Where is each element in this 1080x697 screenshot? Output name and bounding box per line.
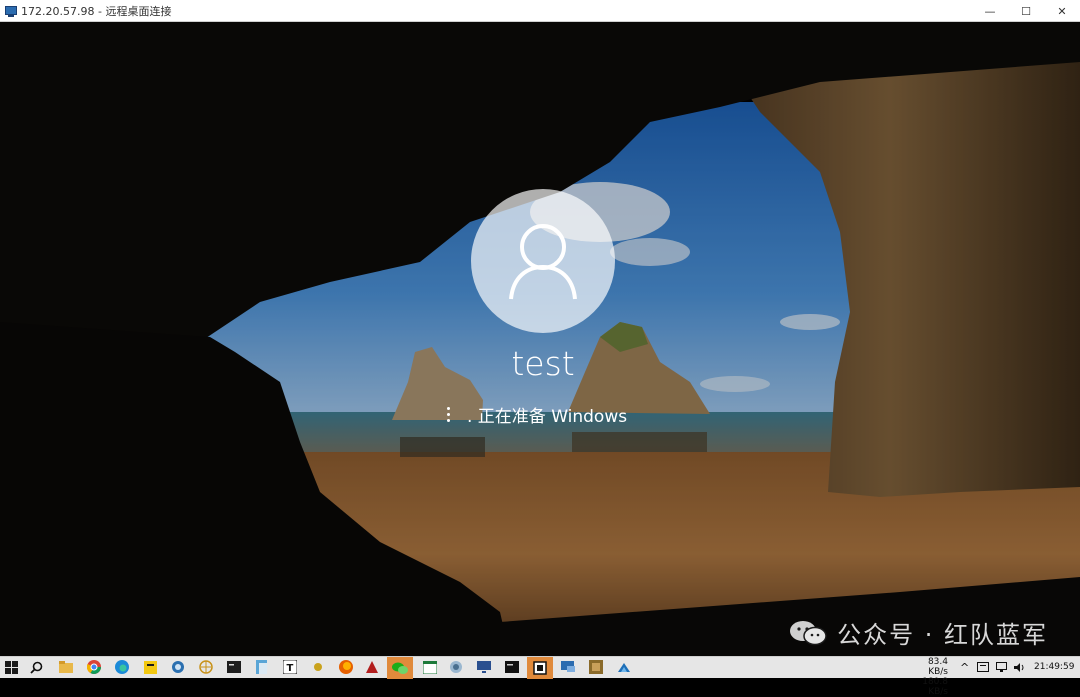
network-icon[interactable] bbox=[198, 659, 214, 675]
start-icon[interactable] bbox=[3, 659, 19, 675]
tool-icon[interactable] bbox=[364, 659, 380, 675]
terminal-icon[interactable] bbox=[226, 659, 242, 675]
username-label: test bbox=[511, 344, 575, 383]
chrome-icon[interactable] bbox=[86, 659, 102, 675]
status-row: . 正在准备 Windows bbox=[443, 402, 627, 427]
app-icon[interactable] bbox=[170, 659, 186, 675]
net-down-speed: 180.8 KB/s bbox=[922, 677, 948, 697]
media-icon[interactable] bbox=[588, 659, 604, 675]
input-method-icon[interactable] bbox=[977, 662, 989, 684]
firefox-icon[interactable] bbox=[338, 659, 354, 675]
user-avatar[interactable] bbox=[471, 189, 615, 333]
user-icon bbox=[509, 224, 577, 300]
notes-icon[interactable] bbox=[254, 659, 270, 675]
app-active-icon[interactable] bbox=[527, 657, 553, 679]
network-status-icon[interactable] bbox=[996, 662, 1009, 684]
net-up-speed: 83.4 KB/s bbox=[927, 657, 948, 677]
title-bar: 172.20.57.98 - 远程桌面连接 — ☐ ✕ bbox=[0, 0, 1080, 22]
remote-screen[interactable]: test . 正在准备 Windows 公众号 · 红队蓝军 bbox=[0, 22, 1080, 656]
remote-desktop-icon bbox=[5, 5, 17, 17]
watermark-text: 公众号 · 红队蓝军 bbox=[837, 621, 1048, 649]
clock[interactable]: 21:49:59 bbox=[1034, 662, 1074, 684]
minimize-button[interactable]: — bbox=[972, 0, 1008, 22]
tray-chevron-icon[interactable]: ^ bbox=[960, 661, 969, 683]
close-button[interactable]: ✕ bbox=[1044, 0, 1080, 22]
volume-icon[interactable] bbox=[1013, 662, 1026, 684]
typora-icon[interactable]: T bbox=[282, 659, 298, 675]
globe-icon[interactable] bbox=[448, 659, 464, 675]
search-icon[interactable] bbox=[28, 659, 44, 675]
watermark: 公众号 · 红队蓝军 bbox=[789, 615, 1048, 650]
lockscreen-wallpaper bbox=[0, 22, 1080, 656]
monitor-icon[interactable] bbox=[476, 659, 492, 675]
loading-spinner-icon bbox=[443, 406, 455, 424]
pen-icon[interactable] bbox=[616, 659, 632, 675]
maximize-button[interactable]: ☐ bbox=[1008, 0, 1044, 22]
edge-icon[interactable] bbox=[114, 659, 130, 675]
sticky-notes-icon[interactable] bbox=[142, 659, 158, 675]
sun-icon[interactable] bbox=[310, 659, 326, 675]
wechat-icon bbox=[789, 620, 827, 646]
svg-text:T: T bbox=[287, 663, 294, 674]
cmd-icon[interactable] bbox=[504, 659, 520, 675]
file-explorer-icon[interactable] bbox=[58, 659, 74, 675]
sheet-icon[interactable] bbox=[422, 659, 438, 675]
wechat-taskbar-icon[interactable] bbox=[387, 657, 413, 679]
taskbar: T 83.4 KB/s 180.8 KB/s ^ 21:49:59 bbox=[0, 656, 1080, 697]
remote-desktop-taskbar-icon[interactable] bbox=[560, 659, 576, 675]
window-title: 172.20.57.98 - 远程桌面连接 bbox=[21, 4, 172, 18]
status-text: . 正在准备 Windows bbox=[467, 407, 628, 427]
network-speed: 83.4 KB/s 180.8 KB/s bbox=[906, 657, 948, 697]
